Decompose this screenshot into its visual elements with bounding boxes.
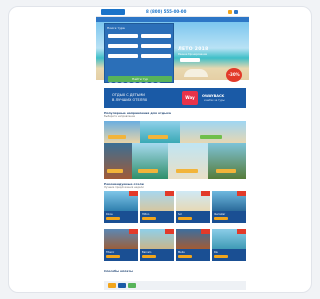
hotel-price-button[interactable] <box>106 217 120 220</box>
destination-tile[interactable] <box>104 121 140 143</box>
hotel-price-button[interactable] <box>178 255 192 258</box>
hotel-card[interactable]: Titanic <box>104 229 138 261</box>
hotel-ribbon <box>201 229 210 234</box>
to-field[interactable] <box>141 34 171 38</box>
header-phone[interactable]: 8 (800) 555-00-00 <box>146 9 186 14</box>
hotel-ribbon <box>165 229 174 234</box>
banner-logo: Way <box>182 91 198 105</box>
form-title: Поиск тура <box>107 26 125 30</box>
promo-banner[interactable]: ОТДЫХ С ДЕТЬМИ В ЛУЧШИХ ОТЕЛЯХ Way OWAYB… <box>104 88 246 108</box>
hotel-card[interactable]: Rixos <box>104 191 138 223</box>
site-header: 8 (800) 555-00-00 <box>96 7 249 17</box>
cart-icon[interactable] <box>228 10 232 14</box>
hotel-ribbon <box>129 229 138 234</box>
payment-methods <box>104 281 246 290</box>
tour-search-form: Поиск тура Найти тур <box>104 23 174 83</box>
hotel-name: Hilton <box>142 213 150 216</box>
hotel-ribbon <box>129 191 138 196</box>
preview-card: 8 (800) 555-00-00 ТурыОтелиСтраныГорящие… <box>8 6 312 293</box>
destination-tile[interactable] <box>104 143 132 179</box>
hotel-card[interactable]: Iberostar <box>212 191 246 223</box>
nights-field[interactable] <box>141 44 171 48</box>
hotel-card[interactable]: Sol <box>176 191 210 223</box>
hotel-card[interactable]: Hilton <box>140 191 174 223</box>
hotel-ribbon <box>201 191 210 196</box>
hero-button[interactable] <box>180 58 200 62</box>
section-title-payment: Способы оплаты <box>104 269 133 273</box>
section-subtitle-destinations: Выберите направление <box>104 115 136 118</box>
banner-left-line2: В ЛУЧШИХ ОТЕЛЯХ <box>112 98 148 102</box>
destination-tile[interactable] <box>168 143 208 179</box>
hotel-name: Iberostar <box>214 213 226 216</box>
hotel-name: Titanic <box>106 251 115 254</box>
hotel-price-button[interactable] <box>142 255 156 258</box>
section-subtitle-hotels: Лучшие предложения недели <box>104 186 144 189</box>
site-logo[interactable] <box>101 9 125 15</box>
date-field[interactable] <box>108 44 138 48</box>
hero-subtitle: Раннее бронирование <box>178 53 208 56</box>
hotel-name: Melia <box>178 251 185 254</box>
hotel-ribbon <box>237 191 246 196</box>
mir-icon <box>128 283 136 288</box>
hotel-name: Barcelo <box>142 251 152 254</box>
adults-field[interactable] <box>108 54 138 58</box>
page-thumbnail[interactable]: 8 (800) 555-00-00 ТурыОтелиСтраныГорящие… <box>96 7 249 292</box>
banner-right-title: OWAYBACK <box>202 94 225 98</box>
beach-umbrella-image <box>184 69 208 77</box>
visa-icon <box>118 283 126 288</box>
hotel-ribbon <box>165 191 174 196</box>
discount-badge: -30% <box>226 68 242 82</box>
user-icon[interactable] <box>234 10 238 14</box>
hotel-price-button[interactable] <box>214 217 228 220</box>
hotel-name: Riu <box>214 251 219 254</box>
hero-title: ЛЕТО 2018 <box>178 47 209 52</box>
destination-tile[interactable] <box>180 121 246 143</box>
hotel-card[interactable]: Barcelo <box>140 229 174 261</box>
destination-tile[interactable] <box>132 143 168 179</box>
hotel-card[interactable]: Melia <box>176 229 210 261</box>
hotel-price-button[interactable] <box>106 255 120 258</box>
find-tour-button[interactable]: Найти тур <box>108 76 172 82</box>
banner-right-sub: кэшбэк за туры <box>204 99 225 102</box>
hotel-price-button[interactable] <box>178 217 192 220</box>
destination-tile[interactable] <box>208 143 246 179</box>
hotel-price-button[interactable] <box>214 255 228 258</box>
budget-field[interactable] <box>141 54 171 58</box>
hotel-ribbon <box>237 229 246 234</box>
banner-left-line1: ОТДЫХ С ДЕТЬМИ <box>112 93 145 97</box>
hotel-price-button[interactable] <box>142 217 156 220</box>
destination-tile[interactable] <box>140 121 180 143</box>
mastercard-icon <box>108 283 116 288</box>
hotel-card[interactable]: Riu <box>212 229 246 261</box>
hotel-name: Rixos <box>106 213 113 216</box>
hotel-name: Sol <box>178 213 182 216</box>
from-field[interactable] <box>108 34 138 38</box>
star-rating-selector[interactable] <box>108 68 172 83</box>
